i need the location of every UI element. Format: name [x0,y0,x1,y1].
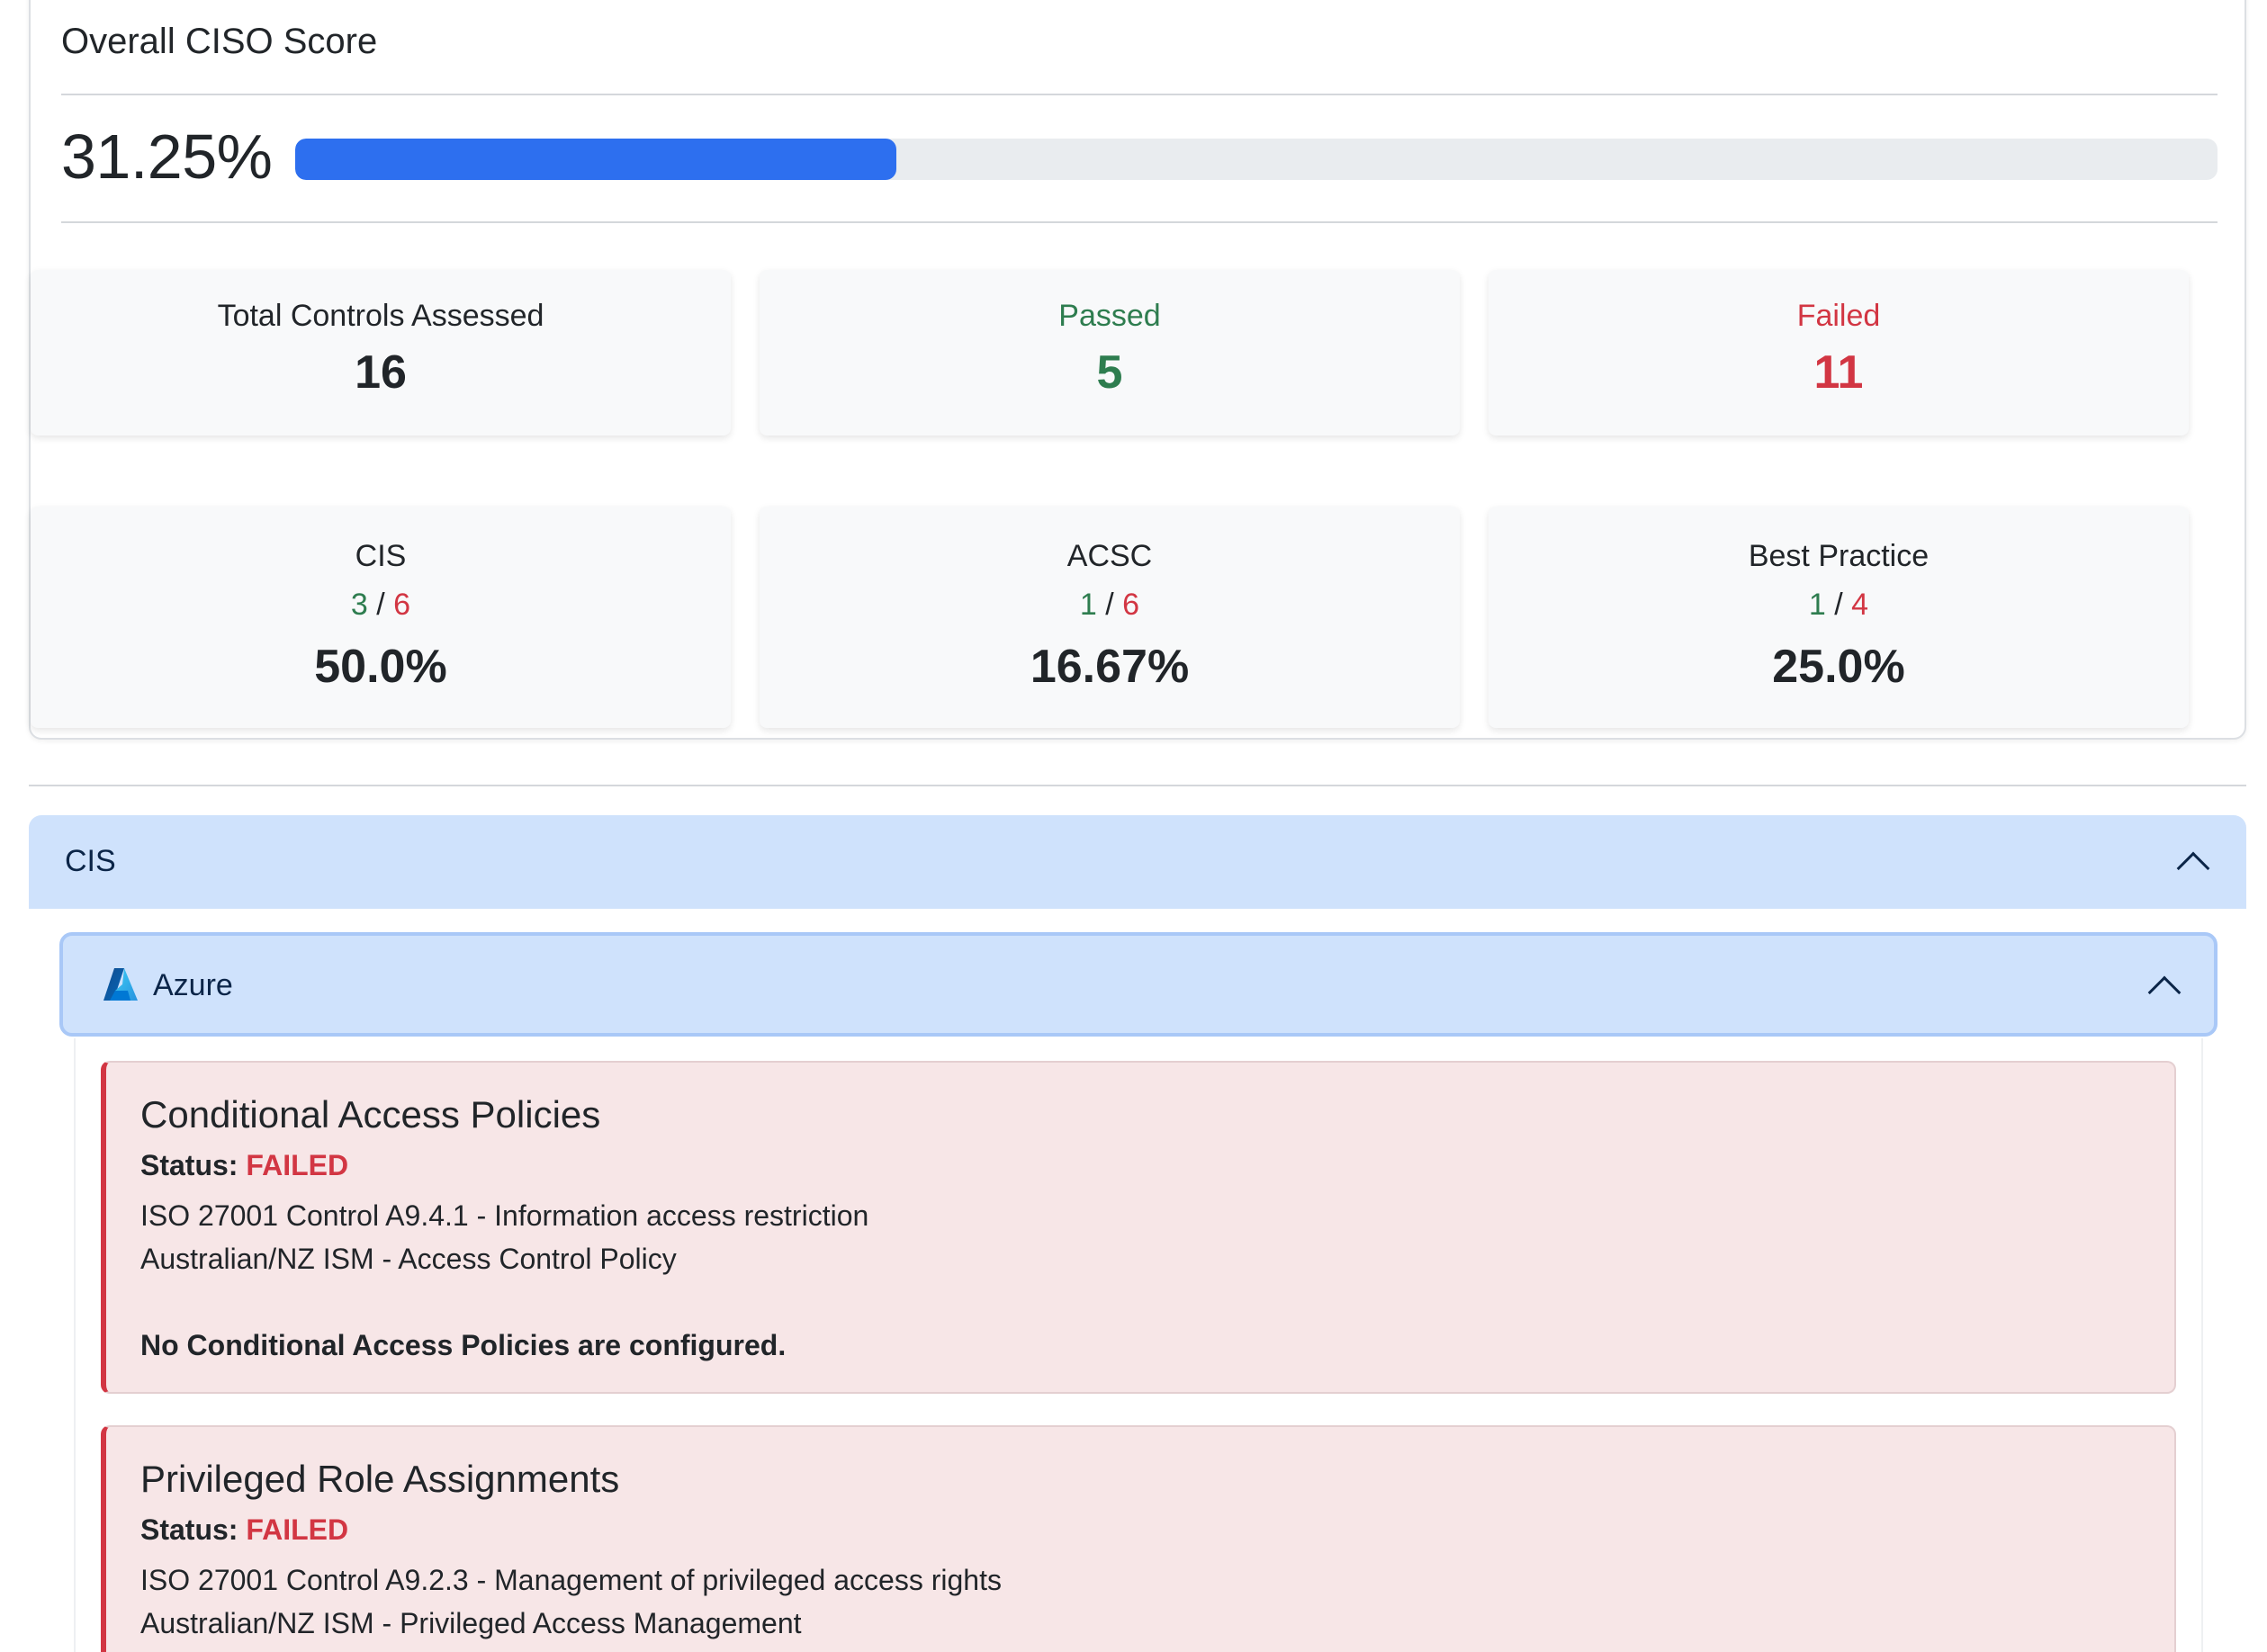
control-title: Conditional Access Policies [140,1093,601,1136]
framework-card-cis: CIS 3 / 6 50.0% [31,507,731,728]
control-finding: No Conditional Access Policies are confi… [140,1329,787,1361]
divider [61,221,2218,223]
framework-total: 6 [393,588,411,622]
framework-passed: 1 [1079,588,1097,622]
framework-card-acsc: ACSC 1 / 6 16.67% [760,507,1460,728]
total-controls-label: Total Controls Assessed [217,299,544,333]
accordion-cis-label: CIS [65,844,116,878]
control-card: Conditional Access Policies Status: FAIL… [101,1061,2176,1394]
framework-name: ACSC [1066,539,1153,573]
azure-logo-icon [103,968,138,1001]
control-reference: Australian/NZ ISM - Access Control Polic… [140,1243,677,1275]
score-title: Overall CISO Score [61,22,378,61]
failed-value: 11 [1813,346,1864,399]
control-status: Status: FAILED [140,1149,348,1182]
passed-label: Passed [1058,299,1161,333]
status-value: FAILED [246,1149,349,1181]
framework-passed: 1 [1808,588,1826,622]
framework-passed: 3 [350,588,368,622]
framework-ratio: 3 / 6 [350,588,411,622]
accordion-azure-header[interactable]: Azure [59,932,2218,1037]
control-reference: ISO 27001 Control A9.4.1 - Information a… [140,1199,869,1232]
score-progress-bar [295,139,2218,180]
control-card: Privileged Role Assignments Status: FAIL… [101,1425,2176,1652]
passed-value: 5 [1096,346,1123,399]
page: Overall CISO Score 31.25% Total Controls… [0,0,2267,1652]
status-label: Status: [140,1513,238,1546]
framework-percent: 50.0% [314,641,447,693]
failed-card: Failed 11 [1489,270,2189,435]
framework-ratio: 1 / 4 [1808,588,1869,622]
framework-total: 6 [1122,588,1140,622]
framework-total: 4 [1851,588,1869,622]
total-controls-value: 16 [355,346,407,399]
chevron-up-icon [2176,851,2210,885]
framework-percent: 25.0% [1772,641,1905,693]
framework-percent: 16.67% [1030,641,1190,693]
framework-card-best-practice: Best Practice 1 / 4 25.0% [1489,507,2189,728]
framework-name: Best Practice [1748,539,1930,573]
passed-card: Passed 5 [760,270,1460,435]
status-label: Status: [140,1149,238,1181]
status-value: FAILED [246,1513,349,1546]
accordion-cis-header[interactable]: CIS [29,815,2246,909]
framework-ratio: 1 / 6 [1079,588,1140,622]
accordion-azure-label: Azure [153,968,233,1002]
failed-label: Failed [1796,299,1881,333]
control-title: Privileged Role Assignments [140,1458,620,1500]
chevron-up-icon [2147,975,2182,1010]
control-reference: Australian/NZ ISM - Privileged Access Ma… [140,1607,802,1639]
framework-name: CIS [355,539,407,573]
control-status: Status: FAILED [140,1513,348,1547]
score-progress-fill [295,139,896,180]
section-divider [29,785,2246,786]
divider [61,94,2218,95]
control-reference: ISO 27001 Control A9.2.3 - Management of… [140,1564,1002,1596]
total-controls-card: Total Controls Assessed 16 [31,270,731,435]
score-value: 31.25% [61,121,273,192]
